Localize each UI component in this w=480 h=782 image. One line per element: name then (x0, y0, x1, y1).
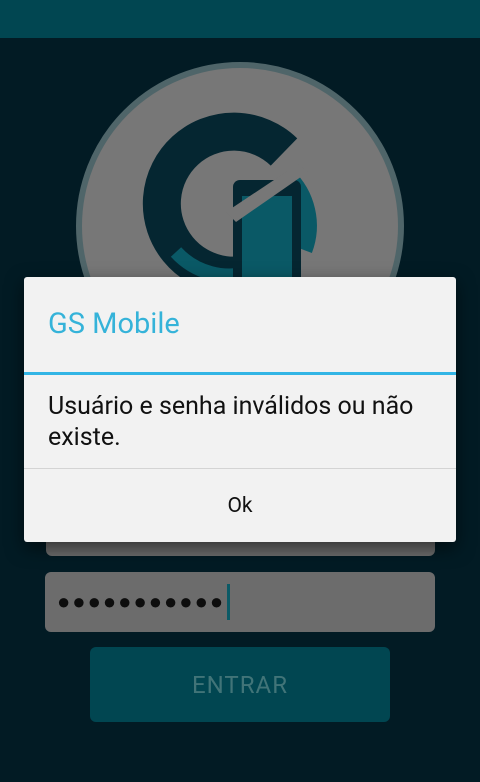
ok-button[interactable]: Ok (24, 469, 456, 542)
dialog-title: GS Mobile (48, 307, 180, 341)
dialog-message: Usuário e senha inválidos ou não existe. (48, 392, 414, 452)
alert-dialog: GS Mobile Usuário e senha inválidos ou n… (24, 277, 456, 542)
dialog-title-divider (24, 372, 456, 375)
login-screen: ●●●●●●●●●●● ENTRAR GS Mobile Usuário e s… (0, 0, 480, 782)
